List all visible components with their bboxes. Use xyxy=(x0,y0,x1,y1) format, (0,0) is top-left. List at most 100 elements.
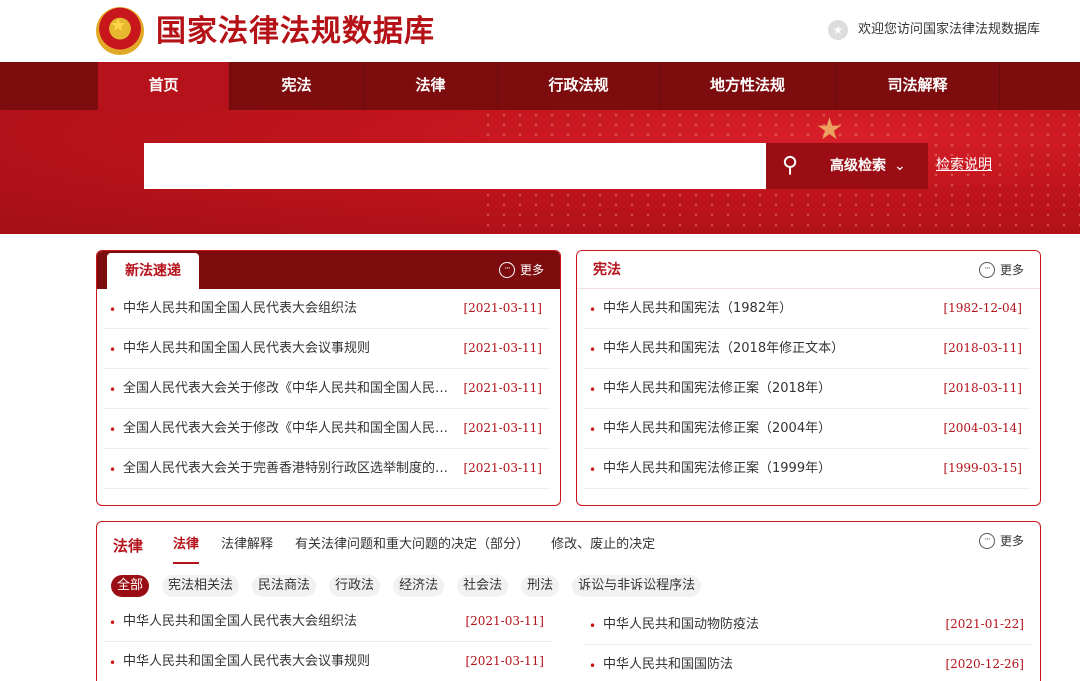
new-laws-panel: 新法速递 ··· 更多 • 中华人民共和国全国人民代表大会组织法 [2021-03-… xyxy=(96,250,561,506)
advanced-search-button[interactable]: 高级检索 ⌄ xyxy=(814,143,928,189)
bullet-icon: • xyxy=(589,659,597,673)
new-laws-tab[interactable]: 新法速递 xyxy=(107,253,199,289)
more-label: 更多 xyxy=(999,534,1024,548)
list-item-title[interactable]: 中华人民共和国全国人民代表大会组织法 xyxy=(123,299,448,319)
star-icon: ★ xyxy=(110,15,127,36)
category-administrative[interactable]: 行政法 xyxy=(329,575,381,597)
more-label: 更多 xyxy=(999,263,1024,277)
list-item-date: [1999-03-15] xyxy=(943,461,1022,475)
more-label: 更多 xyxy=(519,263,544,277)
nav-item-home[interactable]: 首页 xyxy=(98,62,230,110)
national-emblem-icon[interactable]: ★ xyxy=(96,7,144,55)
list-item-title[interactable]: 中华人民共和国全国人民代表大会议事规则 xyxy=(123,652,448,672)
bullet-icon: • xyxy=(589,423,597,437)
star-badge-icon: ★ xyxy=(827,20,848,40)
welcome-text: 欢迎您访问国家法律法规数据库 xyxy=(857,22,1040,37)
tab-decisions[interactable]: 有关法律问题和重大问题的决定（部分） xyxy=(295,535,529,555)
list-item-date: [2021-03-11] xyxy=(463,341,542,355)
bullet-icon: • xyxy=(589,303,597,317)
advanced-search-label: 高级检索 xyxy=(830,158,886,174)
list-item-date: [2021-01-22] xyxy=(945,617,1024,631)
laws-list-right: • 中华人民共和国动物防疫法 [2021-01-22] • 中华人民共和国国防法 [20… xyxy=(577,605,1040,681)
list-item[interactable]: • 中华人民共和国宪法（1982年） [1982-12-04] xyxy=(583,289,1030,329)
tab-laws[interactable]: 法律 xyxy=(173,535,200,564)
welcome-message: ★ 欢迎您访问国家法律法规数据库 xyxy=(827,20,1040,40)
nav-item-judicial-interpretations[interactable]: 司法解释 xyxy=(836,62,1000,110)
list-item[interactable]: • 中华人民共和国国防法 [2020-12-26] xyxy=(583,645,1032,681)
category-constitution-related[interactable]: 宪法相关法 xyxy=(162,575,240,597)
list-item-date: [2021-03-11] xyxy=(463,381,542,395)
bullet-icon: • xyxy=(109,423,117,437)
list-item-date: [2018-03-11] xyxy=(943,381,1022,395)
list-item-date: [2021-03-11] xyxy=(463,421,542,435)
category-civil-commercial[interactable]: 民法商法 xyxy=(252,575,317,597)
list-item[interactable]: • 中华人民共和国宪法修正案（1999年） [1999-03-15] xyxy=(583,449,1030,489)
list-item-date: [2004-03-14] xyxy=(943,421,1022,435)
tab-legal-interpretations[interactable]: 法律解释 xyxy=(221,535,273,555)
constitution-more-link[interactable]: ··· 更多 xyxy=(978,262,1024,278)
list-item[interactable]: • 中华人民共和国宪法修正案（2018年） [2018-03-11] xyxy=(583,369,1030,409)
list-item[interactable]: • 中华人民共和国全国人民代表大会组织法 [2021-03-11] xyxy=(103,289,550,329)
list-item-title[interactable]: 中华人民共和国国防法 xyxy=(603,655,928,675)
list-item-title[interactable]: 中华人民共和国宪法修正案（2018年） xyxy=(603,379,928,399)
bullet-icon: • xyxy=(589,343,597,357)
list-item-title[interactable]: 全国人民代表大会关于修改《中华人民共和国全国人民… xyxy=(123,419,448,439)
bullet-icon: • xyxy=(109,616,117,630)
list-item-title[interactable]: 中华人民共和国宪法修正案（1999年） xyxy=(603,459,928,479)
banner-star-icon: ★ xyxy=(816,112,843,147)
more-icon: ··· xyxy=(978,533,995,549)
search-help-link[interactable]: 检索说明 xyxy=(936,154,992,176)
list-item[interactable]: • 全国人民代表大会关于修改《中华人民共和国全国人民… [2021-03-11] xyxy=(103,409,550,449)
list-item[interactable]: • 中华人民共和国全国人民代表大会组织法 [2021-03-11] xyxy=(103,602,552,642)
nav-item-constitution[interactable]: 宪法 xyxy=(230,62,364,110)
list-item[interactable]: • 全国人民代表大会关于修改《中华人民共和国全国人民… [2021-03-11] xyxy=(103,369,550,409)
more-icon: ··· xyxy=(978,262,995,278)
list-item-title[interactable]: 中华人民共和国动物防疫法 xyxy=(603,615,928,635)
list-item-title[interactable]: 全国人民代表大会关于修改《中华人民共和国全国人民… xyxy=(123,379,448,399)
bullet-icon: • xyxy=(109,343,117,357)
search-input[interactable] xyxy=(144,143,766,189)
bullet-icon: • xyxy=(109,463,117,477)
nav-item-laws[interactable]: 法律 xyxy=(364,62,498,110)
list-item-date: [2021-03-11] xyxy=(463,461,542,475)
constitution-panel: 宪法 ··· 更多 • 中华人民共和国宪法（1982年） [1982-12-04] … xyxy=(576,250,1041,506)
constitution-title[interactable]: 宪法 xyxy=(593,261,621,279)
list-item-date: [2020-12-26] xyxy=(945,657,1024,671)
list-item[interactable]: • 中华人民共和国全国人民代表大会议事规则 [2021-03-11] xyxy=(103,642,552,681)
bullet-icon: • xyxy=(109,383,117,397)
list-item[interactable]: • 全国人民代表大会关于完善香港特别行政区选举制度的… [2021-03-11] xyxy=(103,449,550,489)
new-laws-header: 新法速递 ··· 更多 xyxy=(97,251,560,289)
list-item-title[interactable]: 中华人民共和国宪法（2018年修正文本） xyxy=(603,339,928,359)
constitution-header: 宪法 ··· 更多 xyxy=(577,251,1040,289)
laws-panel: 法律 法律 法律解释 有关法律问题和重大问题的决定（部分） 修改、废止的决定 ·… xyxy=(96,521,1041,681)
category-all[interactable]: 全部 xyxy=(111,575,150,597)
search-button[interactable]: ⚲ xyxy=(766,143,814,189)
category-procedural[interactable]: 诉讼与非诉讼程序法 xyxy=(572,575,702,597)
list-item-title[interactable]: 全国人民代表大会关于完善香港特别行政区选举制度的… xyxy=(123,459,448,479)
main-nav: 首页 宪法 法律 行政法规 地方性法规 司法解释 xyxy=(0,62,1080,110)
laws-list-left: • 中华人民共和国全国人民代表大会组织法 [2021-03-11] • 中华人民共和国… xyxy=(97,602,562,681)
laws-tab-bar: 法律 法律 法律解释 有关法律问题和重大问题的决定（部分） 修改、废止的决定 xyxy=(113,530,677,564)
list-item-title[interactable]: 中华人民共和国全国人民代表大会组织法 xyxy=(123,612,448,632)
category-economic[interactable]: 经济法 xyxy=(393,575,445,597)
nav-item-local-regulations[interactable]: 地方性法规 xyxy=(660,62,836,110)
list-item[interactable]: • 中华人民共和国宪法修正案（2004年） [2004-03-14] xyxy=(583,409,1030,449)
list-item-title[interactable]: 中华人民共和国全国人民代表大会议事规则 xyxy=(123,339,448,359)
new-laws-more-link[interactable]: ··· 更多 xyxy=(498,262,544,278)
category-criminal[interactable]: 刑法 xyxy=(521,575,560,597)
list-item-title[interactable]: 中华人民共和国宪法修正案（2004年） xyxy=(603,419,928,439)
tab-amendment-repeal-decisions[interactable]: 修改、废止的决定 xyxy=(551,535,655,555)
bullet-icon: • xyxy=(109,303,117,317)
nav-item-administrative-regulations[interactable]: 行政法规 xyxy=(498,62,660,110)
list-item-date: [2021-03-11] xyxy=(465,614,544,628)
list-item[interactable]: • 中华人民共和国动物防疫法 [2021-01-22] xyxy=(583,605,1032,645)
list-item[interactable]: • 中华人民共和国宪法（2018年修正文本） [2018-03-11] xyxy=(583,329,1030,369)
list-item-date: [2018-03-11] xyxy=(943,341,1022,355)
laws-more-link[interactable]: ··· 更多 xyxy=(978,533,1024,549)
list-item-title[interactable]: 中华人民共和国宪法（1982年） xyxy=(603,299,928,319)
site-header: ★ 国家法律法规数据库 ★ 欢迎您访问国家法律法规数据库 xyxy=(0,0,1080,62)
list-item[interactable]: • 中华人民共和国全国人民代表大会议事规则 [2021-03-11] xyxy=(103,329,550,369)
site-title[interactable]: 国家法律法规数据库 xyxy=(156,12,435,52)
bullet-icon: • xyxy=(109,656,117,670)
category-social[interactable]: 社会法 xyxy=(457,575,509,597)
